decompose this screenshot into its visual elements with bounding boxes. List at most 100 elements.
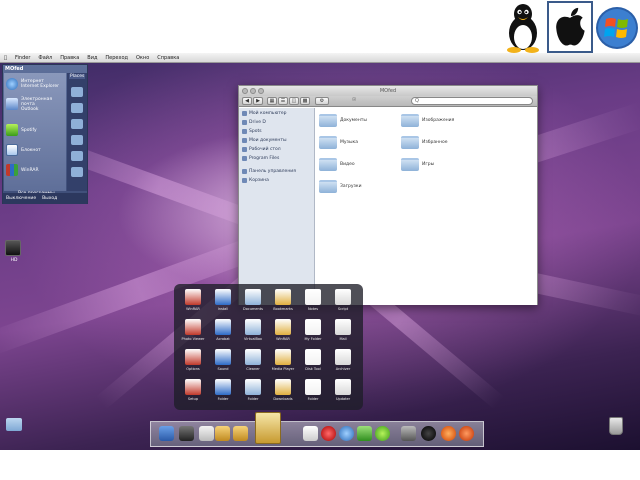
start-menu-item-winrar[interactable]: WinRAR xyxy=(6,161,64,179)
disc-icon[interactable] xyxy=(421,426,436,441)
stack-item[interactable]: My Folder xyxy=(299,318,327,348)
photo-icon[interactable] xyxy=(401,426,416,441)
globe-icon[interactable] xyxy=(339,426,354,441)
menu-item-window[interactable]: Окно xyxy=(136,55,149,61)
menu-item-file[interactable]: Файл xyxy=(38,55,52,61)
close-window-button[interactable] xyxy=(242,88,248,94)
shutdown-button[interactable]: Выключение xyxy=(6,196,36,201)
terminal-icon[interactable] xyxy=(179,426,194,441)
stack-item-label: Install xyxy=(217,307,229,311)
document-icon[interactable] xyxy=(199,426,214,441)
stack-item[interactable]: Documents xyxy=(239,288,267,318)
stack-item[interactable]: Acrobat xyxy=(209,318,237,348)
folder-item[interactable]: Загрузки xyxy=(319,180,362,193)
green-app-icon[interactable] xyxy=(375,426,390,441)
apple-logo-icon[interactable] xyxy=(547,1,593,53)
monitor-icon[interactable] xyxy=(159,426,174,441)
linux-tux-icon[interactable] xyxy=(500,1,546,53)
sidebar-item-trash[interactable]: Корзина xyxy=(242,177,269,184)
menu-item-help[interactable]: Справка xyxy=(157,55,179,61)
menu-item-view[interactable]: Вид xyxy=(87,55,97,61)
logout-button[interactable]: Выход xyxy=(42,196,57,201)
menu-item-go[interactable]: Переход xyxy=(105,55,128,61)
sidebar-item-control-panel[interactable]: Панель управления xyxy=(242,168,296,175)
sidebar-item-program-files[interactable]: Program Files xyxy=(242,155,279,162)
stack-item[interactable]: Mail xyxy=(329,318,357,348)
stack-item[interactable]: WinRAR xyxy=(269,318,297,348)
minimize-window-button[interactable] xyxy=(250,88,256,94)
settings-icon[interactable] xyxy=(71,167,83,177)
documents-icon[interactable] xyxy=(71,87,83,97)
eye-icon[interactable]: ☉ xyxy=(349,97,359,105)
sidebar-item-spots[interactable]: Spots xyxy=(242,128,262,135)
text-editor-icon[interactable] xyxy=(303,426,318,441)
notepad-icon xyxy=(6,144,18,156)
opera-icon[interactable] xyxy=(321,426,336,441)
sidebar-item-drive-d[interactable]: Drive D xyxy=(242,119,266,126)
folder-stack-icon[interactable] xyxy=(215,426,230,441)
stack-item[interactable]: Notes xyxy=(299,288,327,318)
sidebar-item-documents[interactable]: Мои документы xyxy=(242,137,287,144)
stack-item[interactable]: VirtualBox xyxy=(239,318,267,348)
stack-item[interactable]: Bookmarks xyxy=(269,288,297,318)
folder-item[interactable]: Документы xyxy=(319,114,367,127)
start-menu-item-mail[interactable]: Электронная почта Outlook xyxy=(6,95,64,113)
folder-item[interactable]: Видео xyxy=(319,158,355,171)
firefox-icon[interactable] xyxy=(441,426,456,441)
stack-item-label: WinRAR xyxy=(276,337,290,341)
stack-item[interactable]: Photo Viewer xyxy=(179,318,207,348)
folder-icon[interactable] xyxy=(6,418,22,431)
stack-item[interactable]: WinRAR xyxy=(179,288,207,318)
app-icon xyxy=(305,289,321,305)
trash-icon[interactable] xyxy=(609,417,623,435)
stack-item[interactable]: Media Player xyxy=(269,348,297,378)
sidebar-item-desktop[interactable]: Рабочий стол xyxy=(242,146,281,153)
folder-item[interactable]: Музыка xyxy=(319,136,358,149)
network-icon[interactable] xyxy=(71,135,83,145)
search-icon[interactable] xyxy=(71,151,83,161)
menu-item-edit[interactable]: Правка xyxy=(60,55,79,61)
back-button[interactable]: ◀ xyxy=(242,97,252,105)
forward-button[interactable]: ▶ xyxy=(253,97,263,105)
stack-item[interactable]: Updater xyxy=(329,378,357,408)
folder-stack-icon[interactable] xyxy=(233,426,248,441)
chat-icon[interactable] xyxy=(357,426,372,441)
stack-item[interactable]: Archiver xyxy=(329,348,357,378)
search-input[interactable]: Q xyxy=(411,97,533,105)
menu-item-finder[interactable]: Finder xyxy=(15,55,30,61)
folder-item[interactable]: Изображения xyxy=(401,114,454,127)
stack-item[interactable]: Cleaner xyxy=(239,348,267,378)
tools-icon[interactable] xyxy=(71,119,83,129)
stack-item-label: Script xyxy=(337,307,349,311)
stack-item[interactable]: Downloads xyxy=(269,378,297,408)
start-menu-item-notepad[interactable]: Блокнот xyxy=(6,141,64,159)
folder-item[interactable]: Игры xyxy=(401,158,434,171)
stack-item[interactable]: Disk Tool xyxy=(299,348,327,378)
finder-sidebar: Мой компьютер Drive D Spots Мои документ… xyxy=(239,108,315,305)
stack-item[interactable]: Install xyxy=(209,288,237,318)
stack-item[interactable]: Folder xyxy=(239,378,267,408)
column-view-button[interactable]: ◫ xyxy=(289,97,299,105)
stack-item[interactable]: Folder xyxy=(299,378,327,408)
folder-item[interactable]: Избранное xyxy=(401,136,448,149)
media-player-icon[interactable] xyxy=(459,426,474,441)
start-menu-item-internet[interactable]: Интернет Internet Explorer xyxy=(6,75,64,93)
stack-item[interactable]: Options xyxy=(179,348,207,378)
stack-item[interactable]: Sound xyxy=(209,348,237,378)
zoom-window-button[interactable] xyxy=(258,88,264,94)
action-menu-button[interactable]: ⚙ xyxy=(315,97,329,105)
apple-menu-icon[interactable]:  xyxy=(4,55,7,61)
stack-item[interactable]: Folder xyxy=(209,378,237,408)
coverflow-view-button[interactable]: ▩ xyxy=(300,97,310,105)
stack-item[interactable]: Setup xyxy=(179,378,207,408)
icon-view-button[interactable]: ▦ xyxy=(267,97,277,105)
sidebar-item-my-computer[interactable]: Мой компьютер xyxy=(242,110,287,117)
list-view-button[interactable]: ☰ xyxy=(278,97,288,105)
app-icon xyxy=(305,349,321,365)
start-menu-item-green-app[interactable]: Spotify xyxy=(6,121,64,139)
computer-icon[interactable] xyxy=(71,103,83,113)
applications-stack-icon[interactable] xyxy=(255,412,281,444)
windows-logo-icon[interactable] xyxy=(594,1,640,53)
hard-drive-icon[interactable] xyxy=(5,240,21,256)
stack-item[interactable]: Script xyxy=(329,288,357,318)
